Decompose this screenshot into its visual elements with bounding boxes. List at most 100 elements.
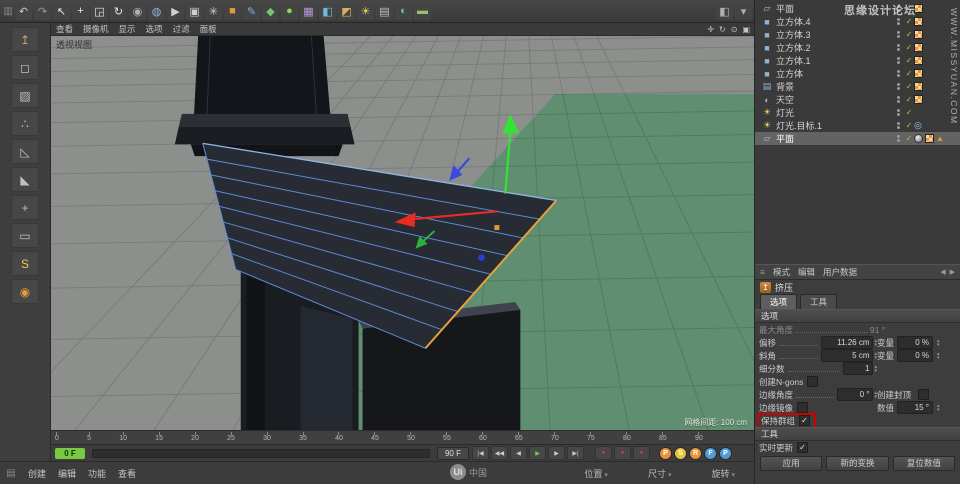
object-row[interactable]: ☀灯光✓: [755, 106, 960, 119]
array-icon[interactable]: ▦: [300, 3, 317, 20]
viewport-menu-camera[interactable]: 摄像机: [83, 23, 109, 35]
snap-icon[interactable]: S: [11, 251, 39, 276]
keyframe-options-button[interactable]: ●: [633, 446, 650, 460]
timeline-tick[interactable]: 70: [551, 431, 559, 444]
autokey-button[interactable]: ●: [614, 446, 631, 460]
offset-variance-input[interactable]: 0 %: [897, 336, 933, 349]
visibility-dots[interactable]: [897, 44, 900, 51]
coord-system-icon[interactable]: ◍: [148, 3, 165, 20]
enable-check-icon[interactable]: ✓: [904, 82, 914, 91]
enable-check-icon[interactable]: ✓: [904, 121, 914, 130]
visibility-dot-bottom[interactable]: [897, 113, 900, 116]
viewport-menu-view[interactable]: 查看: [56, 23, 73, 35]
material-menu-create[interactable]: 创建: [28, 467, 46, 480]
phong-tag-icon[interactable]: [914, 134, 923, 143]
texture-tag-icon[interactable]: [914, 17, 923, 26]
render-settings-icon[interactable]: ✳: [205, 3, 222, 20]
visibility-dot-top[interactable]: [897, 70, 900, 73]
menu-burger-icon[interactable]: ≡: [760, 267, 765, 277]
coord-size-label[interactable]: 尺寸▾: [648, 467, 672, 480]
history-back-icon[interactable]: ◀: [940, 268, 945, 276]
enable-check-icon[interactable]: ✓: [904, 43, 914, 52]
quantize-icon[interactable]: ◉: [11, 279, 39, 304]
enable-check-icon[interactable]: ✓: [904, 17, 914, 26]
user-data-tab[interactable]: 用户数据: [823, 266, 857, 278]
texture-tag-icon[interactable]: [914, 30, 923, 39]
bevel-variance-spinner[interactable]: ▴▾: [937, 352, 940, 360]
texture-tag-icon[interactable]: [914, 95, 923, 104]
orbit-view-icon[interactable]: ↻: [719, 25, 726, 34]
texture-tag-icon[interactable]: [914, 69, 923, 78]
visibility-dots[interactable]: [897, 70, 900, 77]
viewport-canvas[interactable]: [51, 36, 755, 430]
timeline-tick[interactable]: 90: [695, 431, 703, 444]
timeline-tick[interactable]: 65: [515, 431, 523, 444]
viewport-menu-panel[interactable]: 面板: [200, 23, 217, 35]
texture-tag-icon[interactable]: [914, 56, 923, 65]
object-row[interactable]: ■立方体.4✓: [755, 15, 960, 28]
spline-pen-icon[interactable]: ✎: [243, 3, 260, 20]
texture-mode-icon[interactable]: ▨: [11, 83, 39, 108]
point-mode-icon[interactable]: ∴: [11, 111, 39, 136]
coord-rotation-label[interactable]: 旋转▾: [711, 467, 735, 480]
visibility-dot-top[interactable]: [897, 44, 900, 47]
visibility-dot-bottom[interactable]: [897, 9, 900, 12]
visibility-dot-top[interactable]: [897, 109, 900, 112]
render-picture-icon[interactable]: ▣: [186, 3, 203, 20]
material-menu-function[interactable]: 功能: [88, 467, 106, 480]
object-row[interactable]: ■立方体.2✓: [755, 41, 960, 54]
selection-tag-icon[interactable]: ▲: [936, 134, 944, 143]
bevel-variance-input[interactable]: 0 %: [897, 349, 933, 362]
timeline-tick[interactable]: 55: [443, 431, 451, 444]
bevel-input[interactable]: 5 cm: [821, 349, 873, 362]
goto-end-button[interactable]: ▶|: [567, 446, 584, 460]
timeline-tick[interactable]: 80: [623, 431, 631, 444]
viewport-menu-filter[interactable]: 过滤: [173, 23, 190, 35]
timeline-tick[interactable]: 0: [55, 431, 59, 444]
visibility-dot-top[interactable]: [897, 5, 900, 8]
object-row[interactable]: ◐天空✓: [755, 93, 960, 106]
object-row[interactable]: ▱平面✓▲: [755, 132, 960, 145]
object-row[interactable]: ■立方体.3✓: [755, 28, 960, 41]
prev-key-button[interactable]: ◀◀: [491, 446, 508, 460]
record-rotation-chip[interactable]: R: [689, 447, 702, 460]
edge-mode-icon[interactable]: ◺: [11, 139, 39, 164]
timeline-tick[interactable]: 50: [407, 431, 415, 444]
object-row[interactable]: ■立方体✓: [755, 67, 960, 80]
move-tool-icon[interactable]: +: [72, 3, 89, 20]
timeline-tick[interactable]: 30: [263, 431, 271, 444]
gizmo-plane-handle[interactable]: [494, 225, 499, 230]
texture-tag-icon[interactable]: [914, 82, 923, 91]
record-position-chip[interactable]: P: [659, 447, 672, 460]
caps-checkbox[interactable]: [918, 389, 929, 400]
visibility-dot-top[interactable]: [897, 135, 900, 138]
play-button[interactable]: ▶: [529, 446, 546, 460]
visibility-dot-bottom[interactable]: [897, 100, 900, 103]
visibility-dots[interactable]: [897, 5, 900, 12]
layout-icon[interactable]: ◧: [716, 3, 733, 20]
record-param-chip[interactable]: F: [704, 447, 717, 460]
visibility-dots[interactable]: [897, 96, 900, 103]
enable-check-icon[interactable]: ✓: [904, 30, 914, 39]
object-row[interactable]: ☀灯光.目标.1✓◎: [755, 119, 960, 132]
preserve-groups-checkbox[interactable]: ✓: [799, 415, 810, 426]
visibility-dot-top[interactable]: [897, 96, 900, 99]
select-tool-icon[interactable]: ↖: [53, 3, 70, 20]
convert-editable-icon[interactable]: ↥: [11, 27, 39, 52]
apply-button[interactable]: 应用: [760, 456, 822, 471]
snap-value-spinner[interactable]: ▴▾: [937, 404, 940, 412]
object-row[interactable]: ▱平面✓: [755, 2, 960, 15]
generator-icon[interactable]: ◆: [262, 3, 279, 20]
environment-icon[interactable]: ◐: [395, 3, 412, 20]
enable-check-icon[interactable]: ✓: [904, 56, 914, 65]
visibility-dot-bottom[interactable]: [897, 22, 900, 25]
axis-mode-icon[interactable]: +: [11, 195, 39, 220]
column-object[interactable]: [194, 36, 331, 119]
undo-icon[interactable]: ↶: [15, 3, 32, 20]
current-frame-marker[interactable]: 0 F: [55, 448, 85, 459]
timeline-track[interactable]: [92, 449, 430, 458]
material-menu-edit[interactable]: 编辑: [58, 467, 76, 480]
visibility-dots[interactable]: [897, 122, 900, 129]
visibility-dot-bottom[interactable]: [897, 74, 900, 77]
material-manager-icon[interactable]: ▤: [6, 468, 16, 479]
